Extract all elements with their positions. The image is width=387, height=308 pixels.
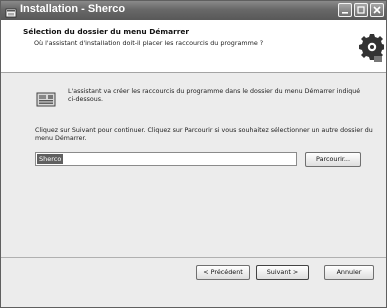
maximize-icon [357, 6, 365, 14]
instructions-text: Cliquez sur Suivant pour continuer. Cliq… [35, 127, 373, 142]
wizard-header: Sélection du dossier du menu Démarrer Où… [1, 20, 386, 73]
start-menu-folder-input[interactable]: Sherco [35, 152, 297, 166]
folder-input-value: Sherco [37, 154, 64, 164]
page-title: Sélection du dossier du menu Démarrer [23, 27, 190, 36]
installer-window: Installation - Sherco Sélection du dossi… [0, 0, 387, 308]
description-text: L'assistant va créer les raccourcis du p… [68, 88, 361, 103]
close-icon [373, 6, 381, 14]
cancel-button[interactable]: Annuler [324, 265, 374, 280]
minimize-button[interactable] [338, 3, 352, 17]
gear-icon [356, 28, 385, 66]
close-button[interactable] [370, 3, 384, 17]
installer-icon [5, 4, 17, 18]
folder-shortcut-icon [36, 90, 56, 108]
window-title: Installation - Sherco [20, 3, 126, 15]
previous-button[interactable]: < Précédent [196, 265, 250, 280]
next-button[interactable]: Suivant > [256, 265, 309, 280]
browse-button[interactable]: Parcourir... [305, 152, 361, 167]
title-bar[interactable]: Installation - Sherco [1, 1, 386, 20]
maximize-button[interactable] [354, 3, 368, 17]
footer-separator [1, 257, 386, 258]
page-subtitle: Où l'assistant d'installation doit-il pl… [34, 39, 264, 47]
minimize-icon [342, 12, 348, 14]
